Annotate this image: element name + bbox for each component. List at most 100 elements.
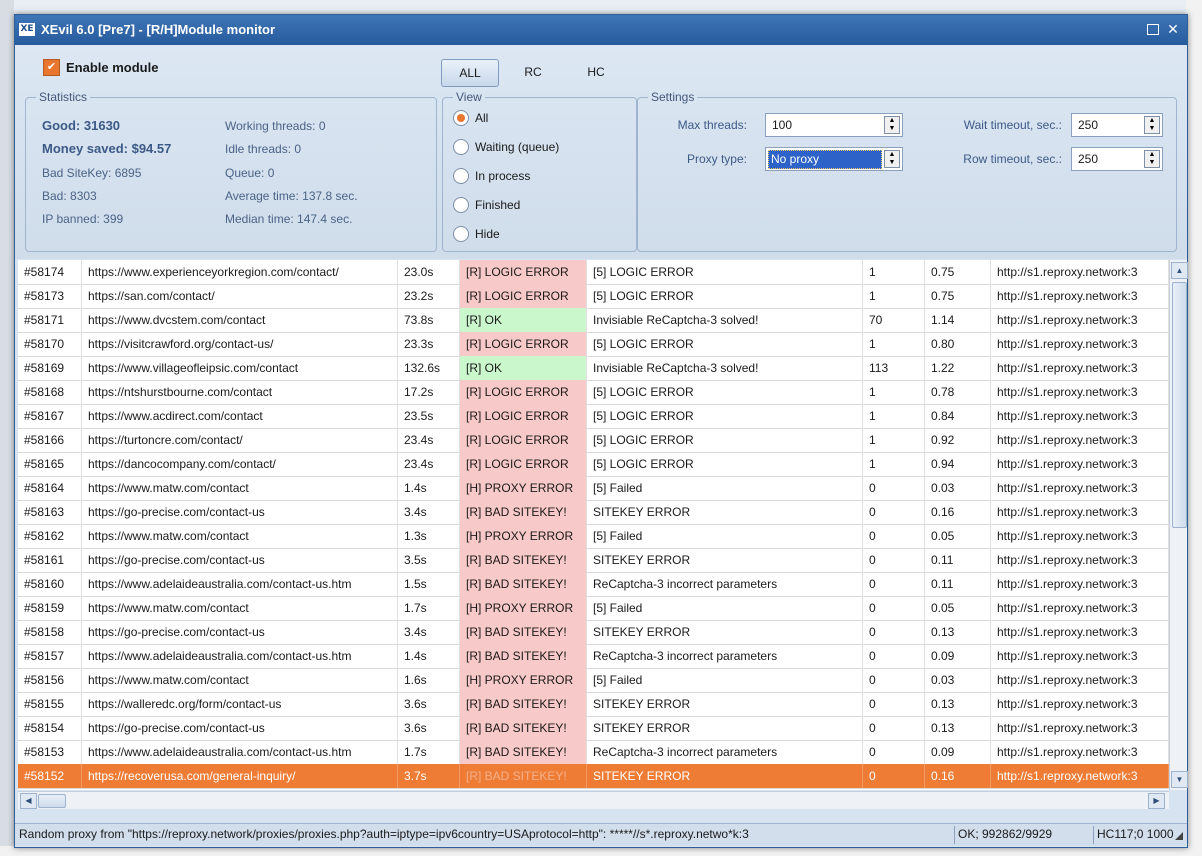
row-status: [R] OK [460,308,587,332]
table-row[interactable]: #58161 https://go-precise.com/contact-us 3… [18,548,1169,573]
enable-module-checkbox[interactable]: ✔ [43,59,60,76]
table-row[interactable]: #58154 https://go-precise.com/contact-us 3… [18,716,1169,741]
enable-module-toggle[interactable]: ✔ Enable module [43,59,158,76]
row-score: 0.05 [925,524,991,548]
row-url: https://recoverusa.com/general-inquiry/ [82,764,398,788]
row-count: 0 [863,692,925,716]
table-row[interactable]: #58158 https://go-precise.com/contact-us 3… [18,620,1169,645]
resize-grip-icon[interactable] [1175,832,1183,840]
row-score: 1.22 [925,356,991,380]
table-row[interactable]: #58163 https://go-precise.com/contact-us 3… [18,500,1169,525]
table-row[interactable]: #58153 https://www.adelaideaustralia.com/… [18,740,1169,765]
table-row[interactable]: #58169 https://www.villageofleipsic.com/c… [18,356,1169,381]
status-divider [1093,826,1094,844]
row-time: 3.4s [398,500,460,524]
row-id: #58171 [18,308,82,332]
row-result: ReCaptcha-3 incorrect parameters [587,644,863,668]
radio-icon[interactable] [453,139,469,155]
table-row[interactable]: #58164 https://www.matw.com/contact 1.4s [H… [18,476,1169,501]
scroll-left-icon[interactable]: ◀ [20,793,37,809]
window-title: XEvil 6.0 [Pre7] - [R/H]Module monitor [41,22,276,37]
vertical-scrollbar[interactable]: ▲ ▼ [1169,260,1188,790]
tab-all[interactable]: ALL [441,59,499,87]
radio-icon[interactable] [453,197,469,213]
row-proxy: http://s1.reproxy.network:3 [991,500,1169,524]
scroll-right-icon[interactable]: ▶ [1148,793,1165,809]
horizontal-scrollbar[interactable]: ◀ ▶ [18,791,1169,809]
settings-legend: Settings [651,90,695,104]
spinner-arrows-icon[interactable]: ▲ ▼ [1144,116,1160,134]
table-row[interactable]: #58170 https://visitcrawford.org/contact-… [18,332,1169,357]
wait-timeout-input[interactable]: 250 ▲ ▼ [1071,113,1163,137]
row-id: #58157 [18,644,82,668]
table-row[interactable]: #58162 https://www.matw.com/contact 1.3s [H… [18,524,1169,549]
maximize-icon [1147,24,1159,35]
table-row[interactable]: #58157 https://www.adelaideaustralia.com/… [18,644,1169,669]
view-option-label: All [475,111,489,125]
row-url: https://www.adelaideaustralia.com/contac… [82,644,398,668]
row-proxy: http://s1.reproxy.network:3 [991,356,1169,380]
row-result: SITEKEY ERROR [587,764,863,788]
view-option-in-process[interactable]: In process [453,168,530,184]
table-row[interactable]: #58155 https://walleredc.org/form/contact… [18,692,1169,717]
row-result: [5] LOGIC ERROR [587,380,863,404]
radio-selected-icon[interactable] [453,110,469,126]
table-row[interactable]: #58166 https://turtoncre.com/contact/23.4… [18,428,1169,453]
row-status: [R] LOGIC ERROR [460,452,587,476]
spinner-arrows-icon[interactable]: ▲ ▼ [1144,150,1160,168]
scroll-thumb-horizontal[interactable] [38,794,66,808]
scroll-down-icon[interactable]: ▼ [1171,771,1188,788]
row-status: [R] BAD SITEKEY! [460,740,587,764]
row-proxy: http://s1.reproxy.network:3 [991,524,1169,548]
row-count: 1 [863,404,925,428]
table-row[interactable]: #58168 https://ntshurstbourne.com/contact… [18,380,1169,405]
row-result: [5] Failed [587,524,863,548]
row-url: https://www.matw.com/contact [82,524,398,548]
table-row[interactable]: #58156 https://www.matw.com/contact 1.6s [H… [18,668,1169,693]
proxy-type-select[interactable]: No proxy ▲ ▼ [765,147,903,171]
row-time: 73.8s [398,308,460,332]
row-url: https://www.villageofleipsic.com/contact [82,356,398,380]
row-status: [R] OK [460,356,587,380]
view-option-all[interactable]: All [453,110,488,126]
row-timeout-input[interactable]: 250 ▲ ▼ [1071,147,1163,171]
row-url: https://go-precise.com/contact-us [82,620,398,644]
row-url: https://san.com/contact/ [82,284,398,308]
view-option-finished[interactable]: Finished [453,197,520,213]
table-row[interactable]: #58167 https://www.acdirect.com/contact 23… [18,404,1169,429]
scroll-up-icon[interactable]: ▲ [1171,262,1188,279]
row-proxy: http://s1.reproxy.network:3 [991,596,1169,620]
row-status: [R] BAD SITEKEY! [460,500,587,524]
tab-hc[interactable]: HC [581,59,611,85]
spinner-arrows-icon[interactable]: ▲ ▼ [884,116,900,134]
radio-icon[interactable] [453,226,469,242]
row-url: https://www.adelaideaustralia.com/contac… [82,740,398,764]
row-result: ReCaptcha-3 incorrect parameters [587,740,863,764]
title-bar[interactable]: XE XEvil 6.0 [Pre7] - [R/H]Module monito… [15,15,1187,45]
row-status: [H] PROXY ERROR [460,596,587,620]
table-row[interactable]: #58171 https://www.dvcstem.com/contact 73.… [18,308,1169,333]
max-threads-input[interactable]: 100 ▲ ▼ [765,113,903,137]
maximize-button[interactable] [1145,21,1161,37]
row-id: #58163 [18,500,82,524]
table-row[interactable]: #58160 https://www.adelaideaustralia.com/… [18,572,1169,597]
view-option-hide[interactable]: Hide [453,226,500,242]
view-option-waiting[interactable]: Waiting (queue) [453,139,559,155]
table-row[interactable]: #58152 https://recoverusa.com/general-inq… [18,764,1169,789]
radio-icon[interactable] [453,168,469,184]
scroll-thumb[interactable] [1172,282,1187,528]
status-bar: Random proxy from "https://reproxy.netwo… [15,823,1187,846]
table-row[interactable]: #58174 https://www.experienceyorkregion.c… [18,260,1169,285]
table-row[interactable]: #58165 https://dancocompany.com/contact/2… [18,452,1169,477]
tab-rc[interactable]: RC [513,59,553,85]
dropdown-arrows-icon[interactable]: ▲ ▼ [884,150,900,168]
table-row[interactable]: #58173 https://san.com/contact/23.2s [R] L… [18,284,1169,309]
row-proxy: http://s1.reproxy.network:3 [991,332,1169,356]
close-button[interactable]: ✕ [1165,21,1181,37]
table-row[interactable]: #58159 https://www.matw.com/contact 1.7s [H… [18,596,1169,621]
row-status: [H] PROXY ERROR [460,524,587,548]
row-url: https://www.matw.com/contact [82,668,398,692]
row-proxy: http://s1.reproxy.network:3 [991,620,1169,644]
row-status: [R] LOGIC ERROR [460,404,587,428]
row-time: 23.5s [398,404,460,428]
